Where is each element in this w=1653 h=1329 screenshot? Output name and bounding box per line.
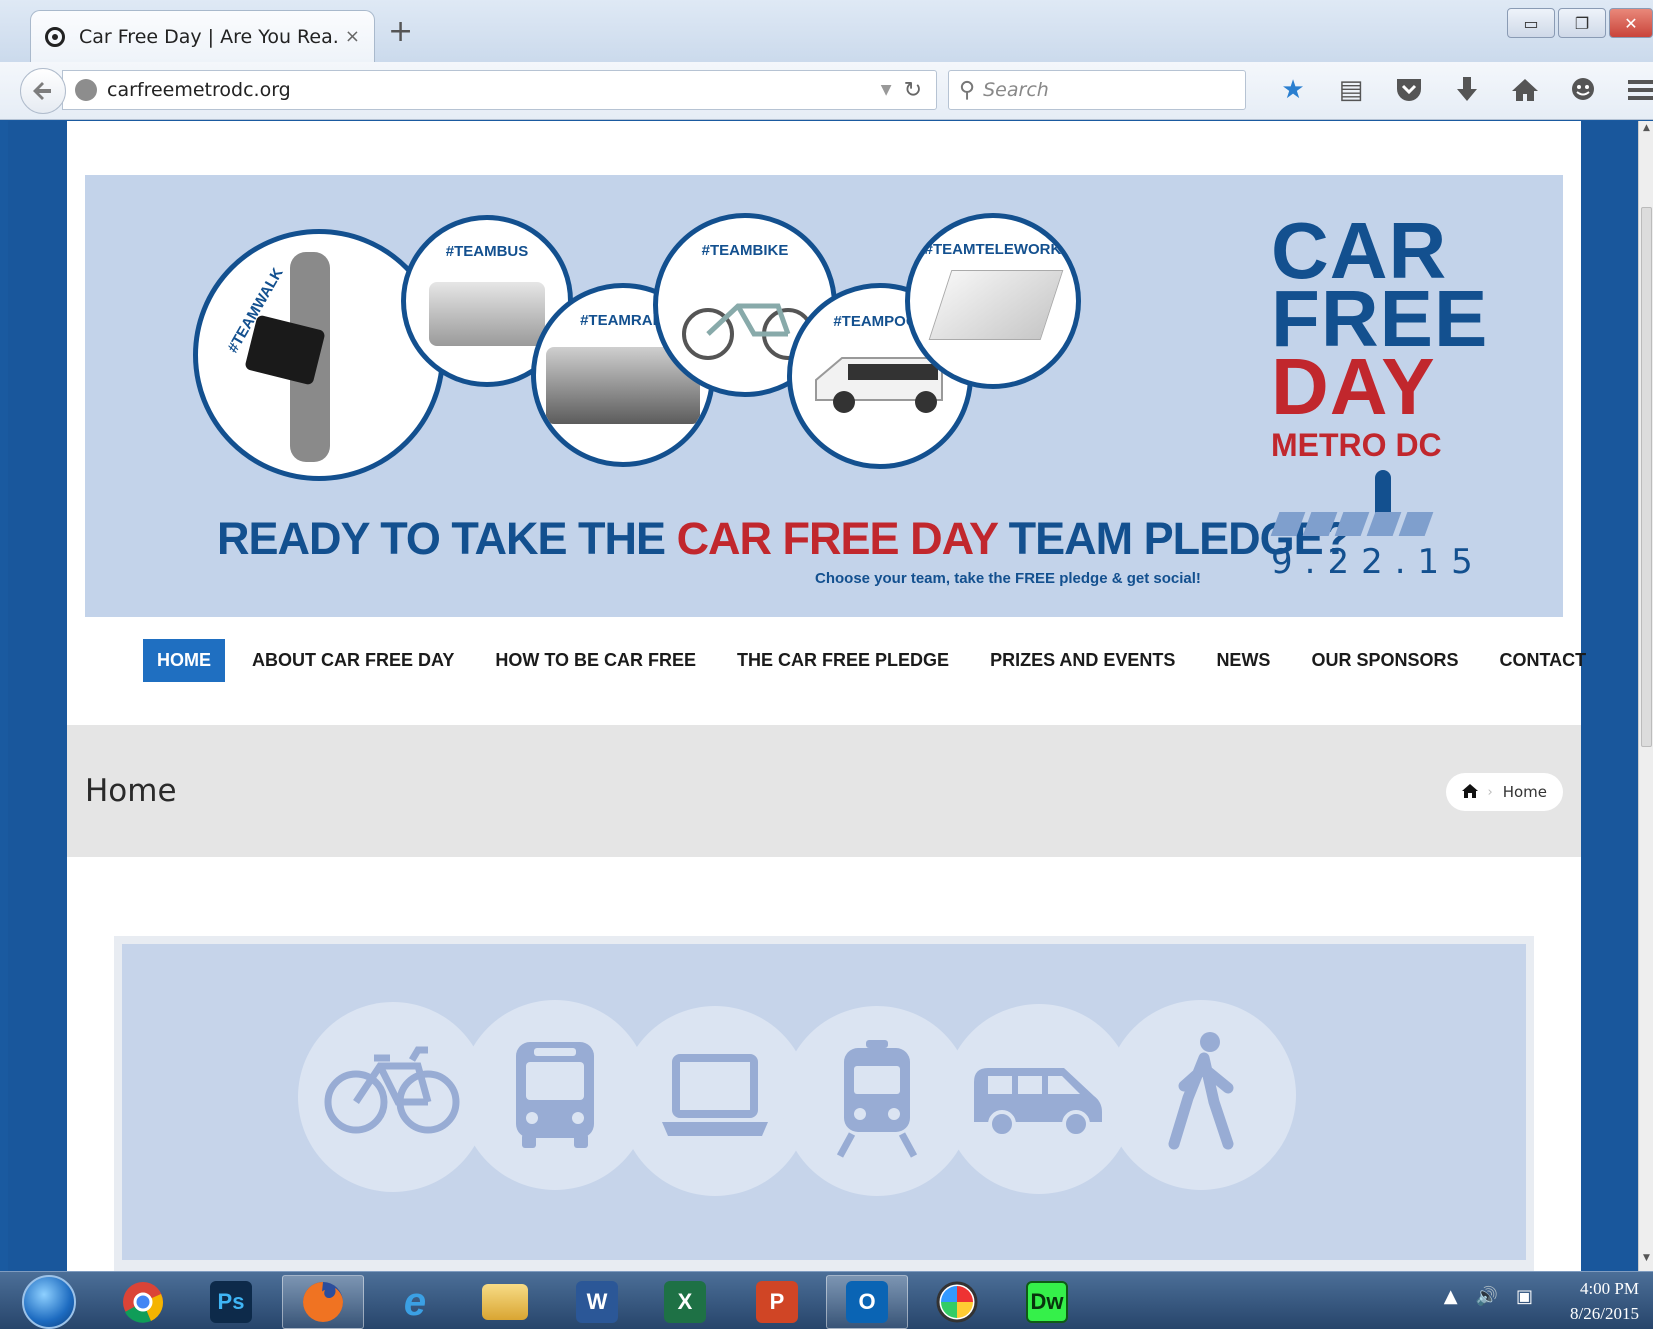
page-viewport: #TEAMWALK #TEAMBUS #TEAMRAIL #TEAMBIKE #… (8, 121, 1638, 1271)
laptop-photo (928, 270, 1064, 340)
nav-about[interactable]: ABOUT CAR FREE DAY (238, 639, 468, 682)
nav-home[interactable]: HOME (143, 639, 225, 682)
browser-navbar: carfreemetrodc.org ▼ ↻ ⚲ Search ★ ▤ (0, 62, 1653, 120)
color-picker-taskbar-icon[interactable] (916, 1275, 998, 1329)
walker-icon[interactable] (1106, 1000, 1296, 1190)
walker-silhouette-icon (1375, 470, 1391, 516)
team-label: #TEAMBUS (445, 242, 529, 260)
file-explorer-taskbar-icon[interactable] (464, 1275, 546, 1329)
start-button[interactable] (22, 1275, 76, 1329)
photoshop-taskbar-icon[interactable]: Ps (190, 1275, 272, 1329)
windows-taskbar: Ps e W X P O Dw ▲ 🔊 ▣ 4:00 PM 8/26/2015 (0, 1271, 1653, 1329)
browser-tab-active[interactable]: Car Free Day | Are You Rea... × (30, 10, 375, 62)
tab-close-icon[interactable]: × (345, 26, 360, 47)
headline-highlight: CAR FREE DAY (676, 513, 999, 564)
address-bar[interactable]: carfreemetrodc.org ▼ ↻ (62, 70, 937, 110)
breadcrumb-current: Home (1502, 783, 1547, 801)
search-icon: ⚲ (959, 77, 976, 103)
clock-time: 4:00 PM (1579, 1279, 1639, 1298)
dreamweaver-taskbar-icon[interactable]: Dw (1006, 1275, 1088, 1329)
home-icon[interactable] (1461, 783, 1478, 802)
word-taskbar-icon[interactable]: W (556, 1275, 638, 1329)
nav-contact[interactable]: CONTACT (1485, 639, 1600, 682)
breadcrumb: › Home (1445, 773, 1563, 811)
tab-title: Car Free Day | Are You Rea... (79, 25, 337, 48)
restore-button[interactable]: ❐ (1558, 8, 1606, 38)
team-label: #TEAMTELEWORK (924, 241, 1062, 259)
scrollbar-thumb[interactable] (1641, 207, 1652, 747)
chevron-right-icon: › (1487, 784, 1493, 800)
search-placeholder: Search (983, 79, 1049, 101)
toolbar-icons: ★ ▤ (1264, 72, 1653, 108)
address-bar-url[interactable]: carfreemetrodc.org (107, 79, 881, 101)
star-icon[interactable]: ★ (1264, 72, 1322, 108)
team-label: #TEAMBIKE (701, 242, 789, 260)
reading-list-icon[interactable]: ▤ (1322, 72, 1380, 108)
back-button[interactable] (20, 68, 66, 114)
logo-line-metro: METRO DC (1271, 427, 1442, 463)
download-icon[interactable] (1438, 72, 1496, 108)
minimize-button[interactable]: ▭ (1507, 8, 1555, 38)
close-window-button[interactable]: ✕ (1609, 8, 1653, 38)
crosswalk-icon (1270, 512, 1471, 536)
logo-line-day: DAY (1271, 342, 1436, 431)
window-controls: ▭ ❐ ✕ (1507, 8, 1653, 38)
nav-pledge[interactable]: THE CAR FREE PLEDGE (723, 639, 963, 682)
page-header-bar: Home › Home (67, 725, 1581, 857)
hero-banner[interactable]: #TEAMWALK #TEAMBUS #TEAMRAIL #TEAMBIKE #… (85, 175, 1563, 617)
browser-titlebar: Car Free Day | Are You Rea... × + ▭ ❐ ✕ (0, 0, 1653, 62)
home-icon[interactable] (1496, 72, 1554, 108)
menu-icon[interactable] (1612, 72, 1653, 108)
new-tab-button[interactable]: + (388, 14, 413, 49)
pledge-subline: Choose your team, take the FREE pledge &… (815, 570, 1201, 587)
transport-modes-inner (122, 944, 1526, 1260)
excel-taskbar-icon[interactable]: X (644, 1275, 726, 1329)
scroll-down-icon[interactable]: ▼ (1639, 1253, 1653, 1269)
team-telework-circle[interactable]: #TEAMTELEWORK (905, 213, 1081, 389)
chat-icon[interactable] (1554, 72, 1612, 108)
history-dropdown-icon[interactable]: ▼ (881, 82, 892, 98)
reload-icon[interactable]: ↻ (904, 78, 922, 103)
globe-icon (75, 79, 97, 101)
internet-explorer-taskbar-icon[interactable]: e (374, 1275, 456, 1329)
transport-modes-panel (114, 936, 1534, 1271)
nav-how-to[interactable]: HOW TO BE CAR FREE (481, 639, 710, 682)
network-icon[interactable]: ▣ (1516, 1286, 1533, 1307)
nav-sponsors[interactable]: OUR SPONSORS (1297, 639, 1472, 682)
firefox-taskbar-icon[interactable] (282, 1275, 364, 1329)
back-arrow-icon (33, 82, 51, 100)
website-page: #TEAMWALK #TEAMBUS #TEAMRAIL #TEAMBIKE #… (67, 121, 1586, 1271)
system-clock[interactable]: 4:00 PM 8/26/2015 (1570, 1276, 1639, 1326)
nav-prizes[interactable]: PRIZES AND EVENTS (976, 639, 1189, 682)
nav-news[interactable]: NEWS (1202, 639, 1284, 682)
bus-photo (428, 281, 546, 347)
logo-date: 9.22.15 (1271, 542, 1485, 582)
car-free-day-logo[interactable]: CAR FREE DAY METRO DC 9.22.15 (1270, 211, 1487, 582)
pocket-icon[interactable] (1380, 72, 1438, 108)
pledge-headline: READY TO TAKE THE CAR FREE DAY TEAM PLED… (217, 513, 1350, 565)
search-box[interactable]: ⚲ Search (948, 70, 1246, 110)
chrome-taskbar-icon[interactable] (102, 1275, 184, 1329)
page-title: Home (85, 773, 177, 809)
site-favicon-icon (45, 26, 65, 47)
outlook-taskbar-icon[interactable]: O (826, 1275, 908, 1329)
main-navigation: HOME ABOUT CAR FREE DAY HOW TO BE CAR FR… (143, 639, 1613, 682)
vertical-scrollbar[interactable]: ▲ ▼ (1638, 121, 1653, 1271)
clock-date: 8/26/2015 (1570, 1304, 1639, 1323)
system-tray: ▲ 🔊 ▣ (1444, 1286, 1533, 1307)
volume-icon[interactable]: 🔊 (1476, 1286, 1498, 1307)
headline-part: READY TO TAKE THE (217, 513, 677, 564)
scroll-up-icon[interactable]: ▲ (1639, 123, 1653, 139)
tray-expand-icon[interactable]: ▲ (1444, 1286, 1458, 1307)
powerpoint-taskbar-icon[interactable]: P (736, 1275, 818, 1329)
